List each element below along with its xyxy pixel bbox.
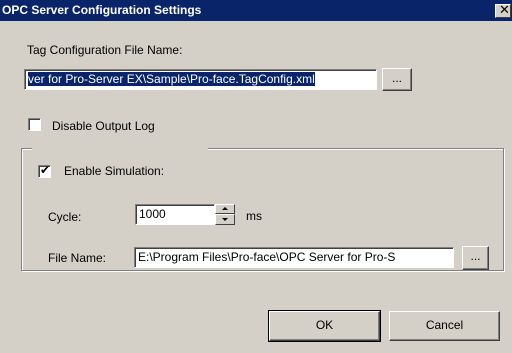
close-icon: ✕: [499, 3, 510, 18]
window-title: OPC Server Configuration Settings: [2, 3, 202, 17]
check-icon: ✔: [40, 163, 51, 177]
cycle-value: 1000: [139, 207, 166, 221]
spin-down-button[interactable]: [215, 214, 235, 225]
disable-output-log-checkbox[interactable]: [28, 118, 41, 131]
cancel-button[interactable]: Cancel: [389, 311, 500, 341]
cycle-label: Cycle:: [48, 210, 82, 224]
tag-config-browse-button[interactable]: ...: [382, 68, 412, 91]
spin-up-button[interactable]: [215, 204, 235, 214]
simulation-file-value: E:\Program Files\Pro-face\OPC Server for…: [138, 250, 396, 264]
enable-simulation-label: Enable Simulation:: [64, 164, 165, 178]
disable-output-log-label: Disable Output Log: [52, 119, 155, 133]
ok-label: OK: [315, 318, 334, 332]
ok-button[interactable]: OK: [268, 310, 381, 342]
title-bar: OPC Server Configuration Settings: [0, 0, 512, 21]
cycle-input[interactable]: 1000: [135, 204, 215, 225]
close-button[interactable]: ✕: [495, 3, 511, 18]
arrow-down-icon: [222, 218, 228, 221]
tag-config-label: Tag Configuration File Name:: [27, 43, 183, 57]
simulation-browse-button[interactable]: ...: [462, 246, 489, 270]
tag-config-file-input[interactable]: ver for Pro-Server EX\Sample\Pro-face.Ta…: [24, 69, 377, 90]
browse-label: ...: [391, 71, 402, 85]
simulation-file-input[interactable]: E:\Program Files\Pro-face\OPC Server for…: [134, 247, 454, 268]
arrow-up-icon: [222, 207, 228, 210]
tag-config-file-value: ver for Pro-Server EX\Sample\Pro-face.Ta…: [28, 72, 315, 86]
cancel-label: Cancel: [425, 318, 464, 332]
cycle-unit: ms: [246, 209, 262, 223]
browse-label: ...: [470, 249, 481, 263]
enable-simulation-checkbox[interactable]: ✔: [38, 163, 51, 178]
cycle-spinner[interactable]: [215, 204, 235, 225]
simulation-group-header: [32, 141, 208, 159]
file-name-label: File Name:: [48, 251, 107, 265]
